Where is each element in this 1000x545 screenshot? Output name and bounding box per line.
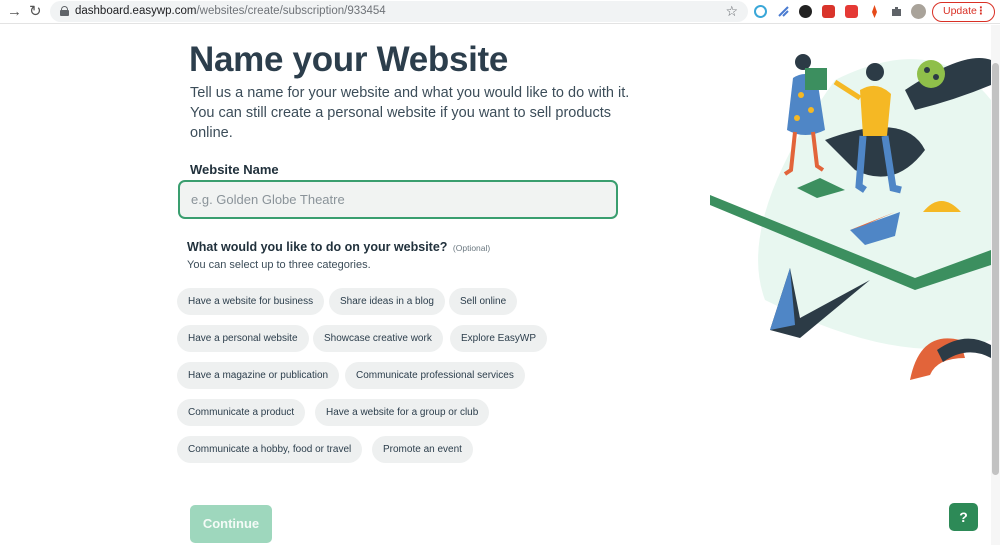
update-button[interactable]: Update ⋮: [932, 2, 995, 22]
address-bar[interactable]: dashboard.easywp.com/websites/create/sub…: [50, 1, 748, 22]
categories-question: What would you like to do on your websit…: [187, 240, 491, 254]
intro-text: Tell us a name for your website and what…: [190, 85, 630, 141]
category-chip[interactable]: Communicate professional services: [345, 362, 525, 389]
categories-hint: You can select up to three categories.: [187, 259, 371, 271]
extension-icon[interactable]: [868, 5, 881, 18]
hero-illustration: [710, 54, 991, 380]
extension-icon[interactable]: [799, 5, 812, 18]
back-arrow-icon[interactable]: →: [7, 2, 22, 22]
bookmark-star-icon[interactable]: ☆: [725, 2, 738, 20]
category-chip[interactable]: Sell online: [449, 288, 518, 315]
category-chip[interactable]: Share ideas in a blog: [329, 288, 445, 315]
menu-dots-icon: ⋮: [975, 5, 987, 17]
category-chip[interactable]: Have a website for a group or club: [315, 399, 490, 426]
category-chip[interactable]: Showcase creative work: [313, 325, 443, 352]
category-chip[interactable]: Have a website for business: [177, 288, 325, 315]
website-name-input[interactable]: [178, 180, 618, 219]
category-chip[interactable]: Have a magazine or publication: [177, 362, 340, 389]
puzzle-icon[interactable]: [890, 5, 903, 18]
help-button[interactable]: ?: [949, 503, 978, 531]
scrollbar[interactable]: [991, 25, 1000, 545]
extension-icon[interactable]: [777, 5, 790, 18]
page-title: Name your Website: [189, 40, 509, 79]
extension-icon[interactable]: [822, 5, 835, 18]
browser-toolbar: → ↻ dashboard.easywp.com/websites/create…: [0, 0, 1000, 24]
category-chip[interactable]: Promote an event: [372, 436, 473, 463]
category-chip[interactable]: Communicate a product: [177, 399, 306, 426]
category-chip[interactable]: Explore EasyWP: [450, 325, 548, 352]
reload-icon[interactable]: ↻: [29, 2, 42, 22]
scrollbar-thumb[interactable]: [992, 63, 999, 475]
continue-button[interactable]: Continue: [190, 505, 272, 543]
optional-tag: (Optional): [452, 243, 491, 253]
extension-icon[interactable]: [845, 5, 858, 18]
category-chip[interactable]: Have a personal website: [177, 325, 309, 352]
url-text: dashboard.easywp.com/websites/create/sub…: [75, 5, 386, 17]
extension-icon[interactable]: [754, 5, 767, 18]
profile-avatar-icon[interactable]: [911, 4, 926, 19]
category-chip[interactable]: Communicate a hobby, food or travel: [177, 436, 363, 463]
website-name-label: Website Name: [190, 162, 279, 177]
lock-icon: [60, 6, 69, 16]
